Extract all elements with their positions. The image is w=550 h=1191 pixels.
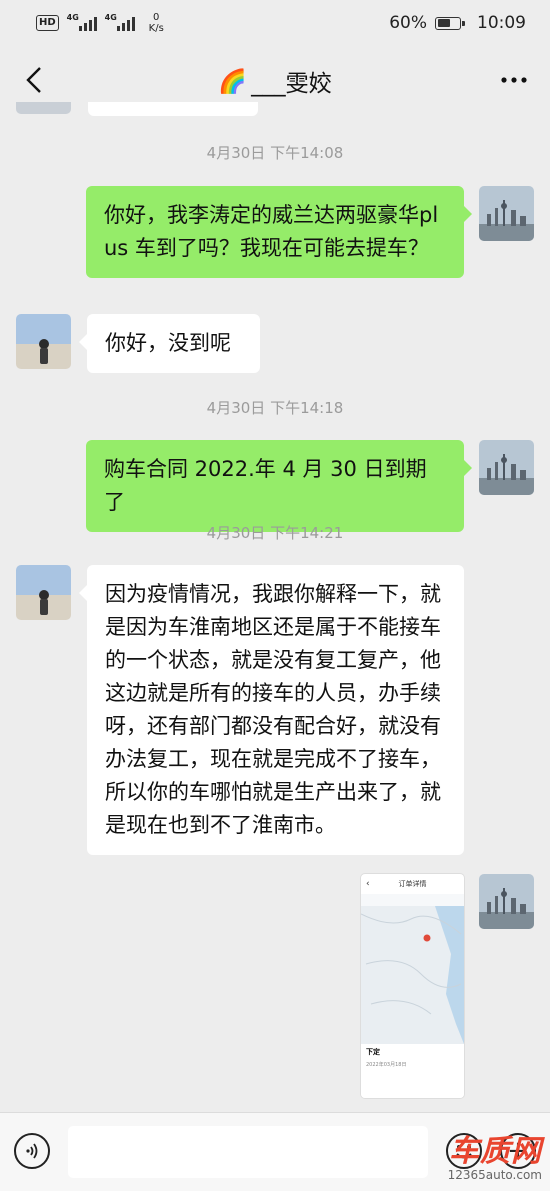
chat-header: 🌈 ___雯姣 bbox=[0, 50, 550, 112]
signal-sim1-icon: 4G bbox=[66, 13, 97, 31]
back-button[interactable] bbox=[14, 60, 54, 100]
rainbow-emoji: 🌈 bbox=[218, 68, 248, 95]
speed-value: 0 bbox=[153, 12, 160, 23]
map-thumbnail-icon bbox=[361, 894, 464, 1044]
screenshot-status-panel: 下定 2022年03月18日 bbox=[361, 1044, 464, 1098]
chat-area[interactable]: 4月30日 下午14:08 你好，我李涛定的威兰达两驱豪华plus 车到了吗？我… bbox=[0, 102, 550, 1112]
my-avatar[interactable] bbox=[479, 186, 534, 241]
time-stamp: 4月30日 下午14:08 bbox=[206, 144, 344, 162]
city-skyline-avatar-icon bbox=[479, 440, 534, 495]
hd-badge: HD bbox=[36, 15, 59, 31]
more-options-button[interactable] bbox=[492, 60, 536, 100]
partial-avatar-top bbox=[16, 102, 71, 114]
screenshot-date: 2022年03月18日 bbox=[366, 1062, 407, 1068]
battery-percent: 60% bbox=[389, 13, 427, 33]
contact-avatar[interactable] bbox=[16, 565, 71, 620]
my-avatar[interactable] bbox=[479, 440, 534, 495]
partial-bubble-top bbox=[88, 102, 258, 116]
outgoing-message[interactable]: 购车合同 2022.年 4 月 30 日到期了 bbox=[86, 440, 472, 532]
voice-input-button[interactable] bbox=[14, 1133, 50, 1169]
watermark: 车质网 12365auto.com bbox=[447, 1134, 542, 1183]
battery-icon bbox=[435, 16, 465, 30]
chat-title: 🌈 ___雯姣 bbox=[218, 64, 331, 98]
contact-name: ___雯姣 bbox=[251, 71, 332, 97]
beach-portrait-avatar-icon bbox=[16, 314, 71, 369]
message-input[interactable] bbox=[68, 1126, 428, 1178]
status-bar: HD 4G 4G 0 K/s 60% 10:09 bbox=[0, 0, 550, 46]
image-screenshot-header: ‹ 订单详情 bbox=[366, 879, 427, 889]
clock: 10:09 bbox=[477, 13, 526, 33]
status-left: HD 4G 4G 0 K/s bbox=[36, 12, 164, 34]
watermark-logo: 车质网 bbox=[449, 1134, 542, 1169]
outgoing-message[interactable]: 你好，我李涛定的威兰达两驱豪华plus 车到了吗？我现在可能去提车？ bbox=[86, 186, 472, 278]
signal-sim2-icon: 4G bbox=[104, 13, 135, 31]
incoming-message[interactable]: 你好，没到呢 bbox=[79, 314, 260, 373]
time-stamp: 4月30日 下午14:18 bbox=[206, 399, 344, 417]
beach-portrait-avatar-icon bbox=[16, 565, 71, 620]
back-arrow-icon bbox=[26, 67, 41, 93]
sim1-label: 4G bbox=[66, 13, 79, 22]
contact-avatar[interactable] bbox=[16, 314, 71, 369]
city-skyline-avatar-icon bbox=[479, 874, 534, 929]
speed-unit: K/s bbox=[148, 23, 164, 34]
status-right: 60% 10:09 bbox=[389, 13, 526, 33]
watermark-url: 12365auto.com bbox=[447, 1168, 542, 1182]
city-skyline-avatar-icon bbox=[479, 186, 534, 241]
incoming-message-long[interactable]: 因为疫情情况，我跟你解释一下，就是因为车淮南地区还是属于不能接车的一个状态，就是… bbox=[79, 565, 464, 855]
my-avatar[interactable] bbox=[479, 874, 534, 929]
more-dots-icon bbox=[501, 77, 527, 83]
voice-wave-icon bbox=[26, 1143, 38, 1159]
time-stamp: 4月30日 下午14:21 bbox=[206, 524, 344, 542]
sim2-label: 4G bbox=[104, 13, 117, 22]
network-speed: 0 K/s bbox=[149, 12, 164, 34]
outgoing-image-message[interactable]: ‹ 订单详情 下定 2022年03月18日 bbox=[361, 874, 464, 1098]
screenshot-title: 订单详情 bbox=[398, 880, 427, 888]
screenshot-status: 下定 bbox=[366, 1048, 380, 1056]
